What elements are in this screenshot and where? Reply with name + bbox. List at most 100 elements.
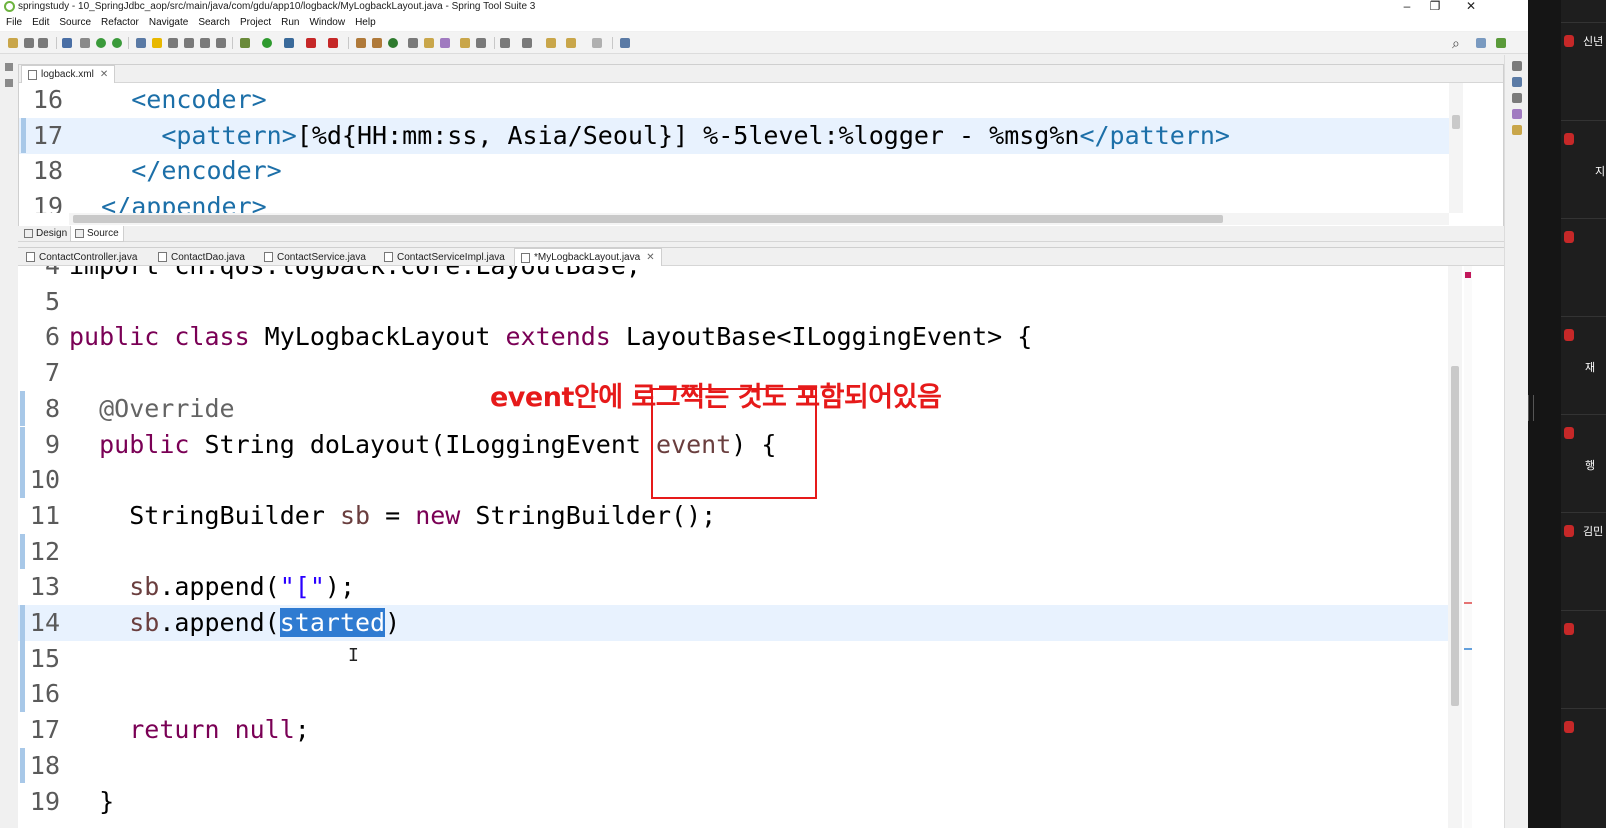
open-type-icon[interactable] bbox=[408, 38, 418, 48]
code-line[interactable]: 13 sb.append("["); bbox=[18, 569, 1448, 605]
participant-tile[interactable]: 김민 bbox=[1561, 512, 1606, 608]
minimize-view-icon[interactable] bbox=[1512, 61, 1522, 71]
link-icon[interactable] bbox=[136, 38, 146, 48]
hierarchy-icon[interactable] bbox=[1512, 93, 1522, 103]
tab-design[interactable]: Design bbox=[20, 226, 71, 242]
new-icon[interactable] bbox=[8, 38, 18, 48]
forward-icon[interactable] bbox=[592, 38, 602, 48]
spring-perspective-icon[interactable] bbox=[1496, 38, 1506, 48]
java-code-area[interactable]: 4 import ch.qos.logback.core.LayoutBase; 5… bbox=[18, 266, 1448, 828]
tab-contact-service[interactable]: ContactService.java bbox=[258, 248, 372, 266]
block-icon[interactable] bbox=[184, 38, 194, 48]
save-icon[interactable] bbox=[24, 38, 34, 48]
participant-tile[interactable]: 신년 bbox=[1561, 22, 1606, 118]
open-folder-icon[interactable] bbox=[424, 38, 434, 48]
close-tab-icon[interactable]: ✕ bbox=[100, 69, 108, 80]
package-explorer-icon[interactable] bbox=[5, 79, 13, 87]
minimize-button[interactable]: – bbox=[1392, 0, 1422, 13]
tasks-icon[interactable] bbox=[1512, 109, 1522, 119]
code-line[interactable]: 12 bbox=[18, 533, 1448, 570]
code-line[interactable]: 19 </appender> bbox=[19, 189, 1449, 213]
terminal-icon[interactable] bbox=[62, 38, 72, 48]
save-all-icon[interactable] bbox=[38, 38, 48, 48]
tab-contact-dao[interactable]: ContactDao.java bbox=[152, 248, 251, 266]
menu-search[interactable]: Search bbox=[198, 17, 230, 28]
xml-vertical-scrollbar[interactable] bbox=[1449, 83, 1463, 213]
menu-edit[interactable]: Edit bbox=[32, 17, 49, 28]
list-icon[interactable] bbox=[200, 38, 210, 48]
occurrence-mark[interactable] bbox=[1464, 648, 1472, 650]
restore-button[interactable]: ❐ bbox=[1420, 0, 1450, 13]
code-line[interactable]: 16 bbox=[18, 676, 1448, 713]
participant-tile[interactable] bbox=[1561, 708, 1606, 804]
back-icon[interactable] bbox=[566, 38, 576, 48]
panel-resize-handle[interactable] bbox=[1528, 395, 1534, 421]
previous-annotation-icon[interactable] bbox=[522, 38, 532, 48]
highlight-icon[interactable] bbox=[152, 38, 162, 48]
code-line[interactable]: 17 <pattern>[%d{HH:mm:ss, Asia/Seoul}] %… bbox=[19, 117, 1449, 154]
code-line[interactable]: 17 return null; bbox=[18, 712, 1448, 748]
participant-tile[interactable] bbox=[1561, 610, 1606, 706]
code-line[interactable]: 19 } bbox=[18, 784, 1448, 820]
stop-icon[interactable] bbox=[306, 38, 316, 48]
java-vertical-scrollbar[interactable] bbox=[1448, 266, 1462, 828]
new-class-icon[interactable] bbox=[388, 38, 398, 48]
menu-navigate[interactable]: Navigate bbox=[149, 17, 188, 28]
run-icon[interactable] bbox=[262, 38, 272, 48]
menu-file[interactable]: File bbox=[6, 17, 22, 28]
error-marker[interactable] bbox=[1465, 272, 1471, 278]
new-package-icon[interactable] bbox=[372, 38, 382, 48]
code-line[interactable]: 16 <encoder> bbox=[19, 83, 1449, 118]
code-line[interactable]: 18 </encoder> bbox=[19, 153, 1449, 189]
open-perspective-icon[interactable] bbox=[1476, 38, 1486, 48]
close-window-button[interactable]: ✕ bbox=[1456, 0, 1486, 13]
close-tab-icon[interactable]: ✕ bbox=[646, 252, 654, 263]
code-line[interactable]: 14 sb.append(started) bbox=[18, 605, 1448, 641]
search-icon[interactable]: ⌕ bbox=[1452, 35, 1460, 52]
annotation-icon[interactable] bbox=[168, 38, 178, 48]
last-edit-icon[interactable] bbox=[546, 38, 556, 48]
restore-view-icon[interactable] bbox=[5, 63, 13, 71]
search-files-icon[interactable] bbox=[440, 38, 450, 48]
pilcrow-icon[interactable] bbox=[216, 38, 226, 48]
debug-icon[interactable] bbox=[240, 38, 250, 48]
menu-source[interactable]: Source bbox=[59, 17, 91, 28]
menu-project[interactable]: Project bbox=[240, 17, 271, 28]
console-icon[interactable] bbox=[1512, 125, 1522, 135]
tab-source[interactable]: Source bbox=[70, 226, 124, 242]
participant-tile[interactable]: 지 bbox=[1561, 120, 1606, 216]
change-marker bbox=[20, 640, 25, 677]
new-java-project-icon[interactable] bbox=[356, 38, 366, 48]
profile-icon[interactable] bbox=[284, 38, 294, 48]
tab-contact-service-impl[interactable]: ContactServiceImpl.java bbox=[378, 248, 511, 266]
code-line[interactable]: 15 bbox=[18, 640, 1448, 677]
tab-contact-controller[interactable]: ContactController.java bbox=[20, 248, 143, 266]
menu-window[interactable]: Window bbox=[309, 17, 345, 28]
external-tools-icon[interactable] bbox=[328, 38, 338, 48]
code-line[interactable]: 5 bbox=[18, 284, 1448, 320]
participant-tile[interactable]: 행 bbox=[1561, 414, 1606, 510]
participant-tile[interactable]: 재 bbox=[1561, 316, 1606, 412]
open-task-icon[interactable] bbox=[460, 38, 470, 48]
error-mark[interactable] bbox=[1464, 602, 1472, 604]
tab-my-logback-layout[interactable]: *MyLogbackLayout.java ✕ bbox=[514, 248, 662, 266]
menu-help[interactable]: Help bbox=[355, 17, 376, 28]
spring-boot-icon[interactable] bbox=[96, 38, 106, 48]
code-line[interactable]: 6 public class MyLogbackLayout extends La… bbox=[18, 319, 1448, 355]
code-line[interactable]: 4 import ch.qos.logback.core.LayoutBase; bbox=[18, 266, 1448, 284]
menu-refactor[interactable]: Refactor bbox=[101, 17, 139, 28]
code-line[interactable]: 11 StringBuilder sb = new StringBuilder(… bbox=[18, 498, 1448, 534]
tab-logback-xml[interactable]: logback.xml ✕ bbox=[21, 65, 116, 83]
xml-code-area[interactable]: 16 <encoder> 17 <pattern>[%d{HH:mm:ss, As… bbox=[19, 83, 1449, 213]
participant-tile[interactable] bbox=[1561, 218, 1606, 314]
skip-icon[interactable] bbox=[80, 38, 90, 48]
next-annotation-icon[interactable] bbox=[500, 38, 510, 48]
xml-horizontal-scrollbar[interactable] bbox=[69, 213, 1449, 225]
pin-editor-icon[interactable] bbox=[620, 38, 630, 48]
outline-icon[interactable] bbox=[1512, 77, 1522, 87]
menu-run[interactable]: Run bbox=[281, 17, 299, 28]
refresh-icon[interactable] bbox=[112, 38, 122, 48]
overview-ruler[interactable] bbox=[1464, 266, 1472, 828]
code-line[interactable]: 18 bbox=[18, 747, 1448, 784]
globe-icon[interactable] bbox=[476, 38, 486, 48]
